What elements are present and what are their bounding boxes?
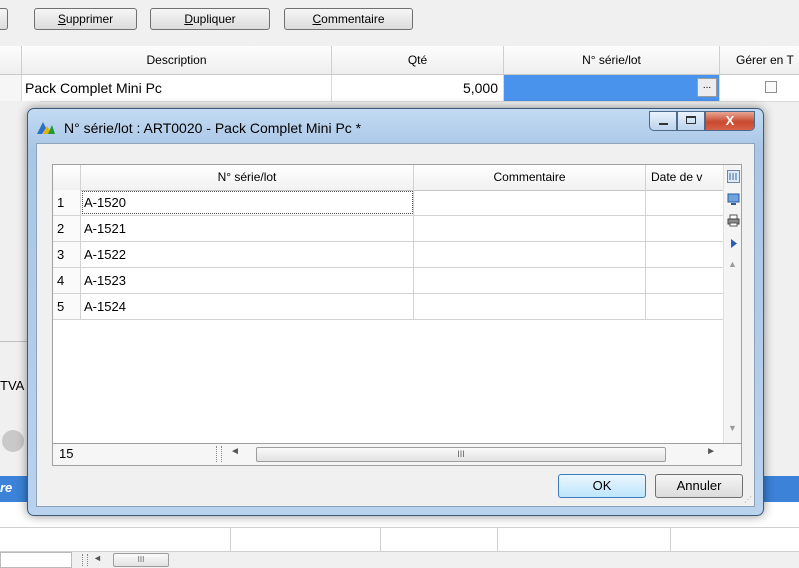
cell-comment[interactable]	[414, 242, 646, 267]
main-toolbar: Supprimer Dupliquer Commentaire	[0, 0, 799, 46]
print-icon[interactable]	[727, 214, 740, 227]
col-header-serial[interactable]: N° série/lot	[504, 46, 720, 74]
cell-comment[interactable]	[414, 190, 646, 215]
blue-bar-text: re	[0, 480, 13, 495]
serial-ellipsis-button[interactable]: ...	[697, 78, 717, 97]
scroll-left-arrow-icon[interactable]: ◄	[230, 446, 240, 457]
cell-date[interactable]	[646, 242, 723, 267]
row-number: 1	[53, 190, 81, 215]
toolbar-hidden-button[interactable]	[0, 8, 8, 30]
main-grid-header: Description Qté N° série/lot Gérer en T	[0, 46, 799, 75]
splitter-handle[interactable]	[82, 554, 88, 566]
maximize-icon	[686, 116, 696, 124]
col-header-serial-lot[interactable]: N° série/lot	[81, 165, 414, 190]
cell-qty[interactable]: 5,000	[332, 75, 504, 101]
table-row[interactable]: 3 A-1522	[53, 242, 723, 268]
close-button[interactable]: X	[705, 111, 755, 131]
monitor-icon[interactable]	[727, 193, 740, 206]
cell-serial-lot[interactable]: A-1524	[81, 294, 414, 319]
serial-grid: N° série/lot Commentaire Date de v 1 A-1…	[52, 164, 742, 444]
grid-vline	[670, 528, 671, 552]
scroll-thumb[interactable]: III	[256, 447, 666, 462]
cancel-button[interactable]: Annuler	[655, 474, 743, 498]
cell-manage	[720, 75, 799, 101]
bottom-field[interactable]	[0, 552, 72, 568]
scroll-up-arrow-icon[interactable]: ▲	[728, 259, 737, 269]
grid-vline	[230, 528, 231, 552]
serial-lot-dialog: N° série/lot : ART0020 - Pack Complet Mi…	[27, 108, 764, 516]
grid-vline	[380, 528, 381, 552]
scroll-left-arrow-icon[interactable]: ◄	[93, 553, 102, 563]
cell-serial-lot[interactable]: A-1523	[81, 268, 414, 293]
dialog-client-area: N° série/lot Commentaire Date de v 1 A-1…	[36, 143, 755, 507]
tva-label: TVA	[0, 378, 25, 393]
grid-footer: 15 ◄ III ►	[52, 444, 742, 466]
cell-comment[interactable]	[414, 268, 646, 293]
cell-comment[interactable]	[414, 216, 646, 241]
maximize-button[interactable]	[677, 111, 705, 131]
minimize-icon	[659, 123, 668, 125]
cell-date[interactable]	[646, 294, 723, 319]
dialog-title: N° série/lot : ART0020 - Pack Complet Mi…	[64, 120, 362, 136]
table-row[interactable]: 4 A-1523	[53, 268, 723, 294]
main-grid-corner	[0, 46, 22, 74]
manage-checkbox[interactable]	[765, 81, 777, 93]
cell-comment[interactable]	[414, 294, 646, 319]
horizontal-scrollbar[interactable]: ◄ III ►	[226, 446, 716, 463]
ok-button[interactable]: OK	[558, 474, 646, 498]
col-header-date[interactable]: Date de v	[646, 165, 723, 190]
serial-grid-corner	[53, 165, 81, 190]
col-header-comment[interactable]: Commentaire	[414, 165, 646, 190]
row-number: 5	[53, 294, 81, 319]
splitter-handle[interactable]	[216, 446, 222, 462]
cell-description[interactable]: Pack Complet Mini Pc	[22, 75, 332, 101]
delete-button[interactable]: Supprimer	[34, 8, 137, 30]
cell-serial[interactable]: ...	[504, 75, 720, 101]
grid-vline	[497, 528, 498, 552]
close-icon: X	[725, 113, 735, 128]
col-header-description[interactable]: Description	[22, 46, 332, 74]
row-count: 15	[59, 446, 74, 461]
cell-serial-lot[interactable]: A-1521	[81, 216, 414, 241]
row-number: 2	[53, 216, 81, 241]
serial-grid-header: N° série/lot Commentaire Date de v	[53, 165, 723, 191]
cell-date[interactable]	[646, 216, 723, 241]
table-row[interactable]: 5 A-1524	[53, 294, 723, 320]
duplicate-button[interactable]: Dupliquer	[150, 8, 270, 30]
resize-grip-icon[interactable]: ⋰	[744, 495, 752, 504]
search-icon[interactable]	[2, 430, 24, 452]
cell-date[interactable]	[646, 190, 723, 215]
grid-side-toolbar: ▲ ▼	[723, 165, 741, 443]
cell-date[interactable]	[646, 268, 723, 293]
app-icon	[37, 122, 55, 134]
bottom-scroll-thumb[interactable]: III	[113, 553, 169, 567]
grid-line	[0, 527, 799, 528]
row-number: 3	[53, 242, 81, 267]
col-header-manage[interactable]: Gérer en T	[720, 46, 799, 74]
row-number: 4	[53, 268, 81, 293]
play-arrow-icon[interactable]	[727, 237, 740, 250]
table-row[interactable]: 2 A-1521	[53, 216, 723, 242]
minimize-button[interactable]	[649, 111, 677, 131]
table-row[interactable]: 1 A-1520	[53, 190, 723, 216]
cell-serial-lot[interactable]: A-1522	[81, 242, 414, 267]
scroll-right-arrow-icon[interactable]: ►	[706, 446, 716, 457]
scroll-down-arrow-icon[interactable]: ▼	[728, 423, 737, 433]
col-header-qty[interactable]: Qté	[332, 46, 504, 74]
bottom-scrollbar[interactable]: ◄ III	[0, 552, 799, 568]
main-grid-row[interactable]: Pack Complet Mini Pc 5,000 ...	[0, 75, 799, 102]
column-settings-icon[interactable]	[727, 170, 740, 183]
comment-button[interactable]: Commentaire	[284, 8, 413, 30]
row-selector[interactable]	[0, 75, 22, 101]
cell-serial-lot[interactable]: A-1520	[81, 190, 414, 215]
